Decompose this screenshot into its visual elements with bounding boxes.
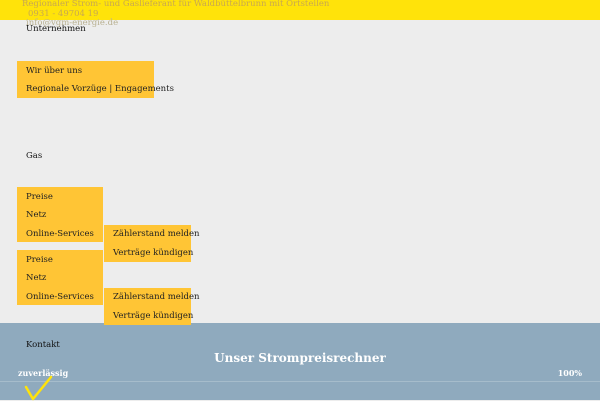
gas-online-services-submenu: Zählerstand melden Verträge kündigen — [104, 225, 199, 262]
nav-gas[interactable]: Gas — [26, 151, 42, 161]
menu-item-strom-netz[interactable]: Netz — [26, 273, 46, 283]
header-email[interactable]: info@vgm-energie.de — [26, 18, 118, 28]
menu-item-gas-preise[interactable]: Preise — [26, 192, 53, 202]
menu-item-gas-online-services[interactable]: Online-Services — [26, 229, 94, 239]
strompreisrechner-banner: Unser Strompreisrechner zuverlässig 100% — [0, 323, 600, 401]
strom-dropdown: Preise Netz Online-Services — [17, 250, 103, 305]
checkmark-icon — [24, 375, 53, 401]
menu-item-strom-preise[interactable]: Preise — [26, 255, 53, 265]
menu-item-strom-zaehlerstand[interactable]: Zählerstand melden — [113, 292, 199, 302]
menu-item-gas-netz[interactable]: Netz — [26, 210, 46, 220]
unternehmen-dropdown: Wir über uns Regionale Vorzüge | Engagem… — [17, 61, 174, 98]
menu-item-wir-ueber-uns[interactable]: Wir über uns — [26, 66, 82, 76]
menu-item-regionale-vorzuege[interactable]: Regionale Vorzüge | Engagements — [26, 84, 174, 94]
menu-item-gas-zaehlerstand[interactable]: Zählerstand melden — [113, 229, 199, 239]
menu-item-strom-online-services[interactable]: Online-Services — [26, 292, 94, 302]
banner-divider — [0, 381, 600, 382]
banner-label-percent: 100% — [557, 368, 582, 378]
strom-online-services-submenu: Zählerstand melden Verträge kündigen — [104, 288, 199, 325]
gas-dropdown: Preise Netz Online-Services — [17, 187, 103, 242]
menu-item-gas-vertraege-kuendigen[interactable]: Verträge kündigen — [113, 248, 193, 258]
nav-kontakt[interactable]: Kontakt — [26, 340, 60, 350]
header-tagline: Regionaler Strom- und Gaslieferant für W… — [22, 0, 330, 9]
menu-item-strom-vertraege-kuendigen[interactable]: Verträge kündigen — [113, 311, 193, 321]
banner-title: Unser Strompreisrechner — [214, 351, 386, 365]
